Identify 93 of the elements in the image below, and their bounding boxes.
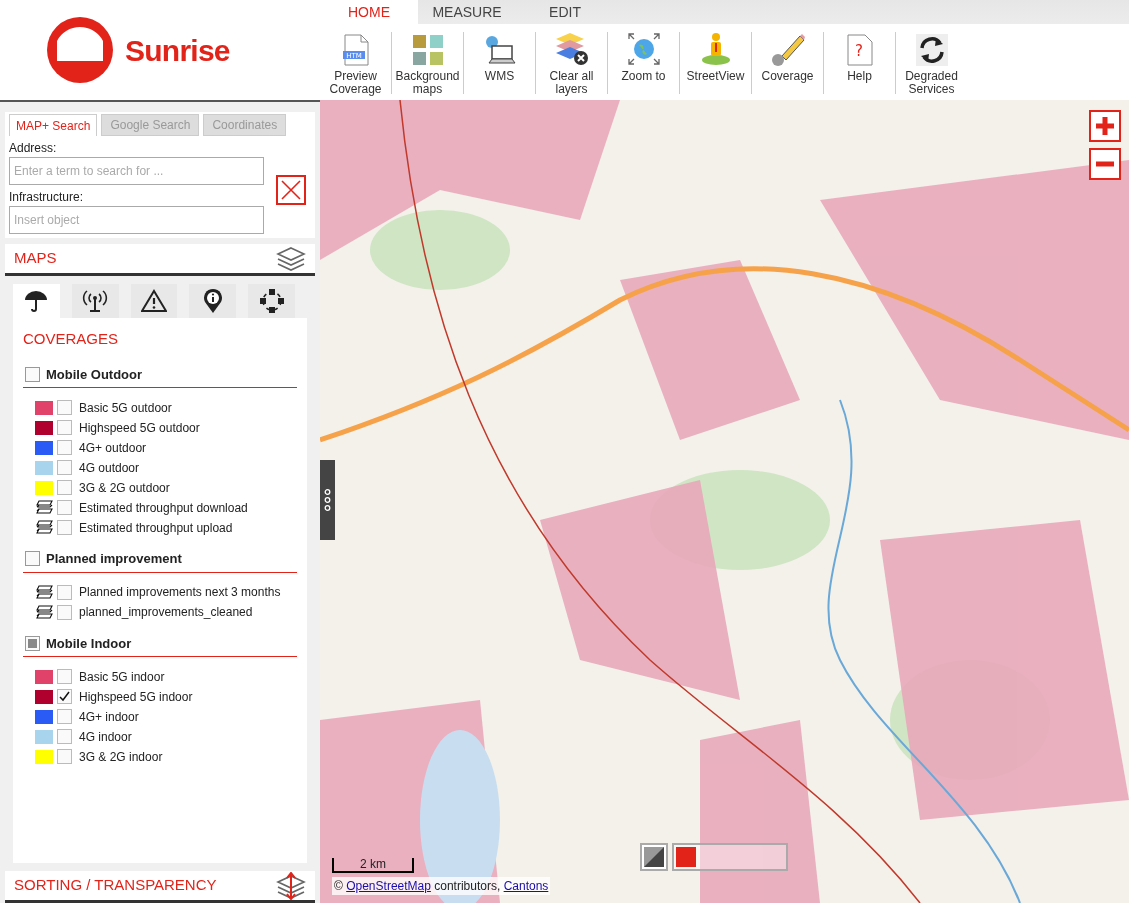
layer-label: 3G & 2G outdoor bbox=[79, 479, 170, 497]
pegman-icon bbox=[699, 32, 732, 66]
checkbox[interactable] bbox=[57, 440, 72, 455]
category-tab[interactable] bbox=[248, 284, 295, 318]
checkbox[interactable] bbox=[57, 500, 72, 515]
menu-tab[interactable]: HOME bbox=[320, 0, 418, 24]
attribution-text: © OpenStreetMap contributors, Cantons bbox=[332, 877, 551, 895]
toolbar-button[interactable]: Zoom to bbox=[608, 30, 679, 83]
layer-label: Planned improvements next 3 months bbox=[79, 584, 281, 601]
layers-icon bbox=[35, 584, 53, 600]
layer-label: Basic 5G outdoor bbox=[79, 399, 172, 417]
zoom-globe-icon bbox=[626, 32, 661, 66]
field-label: Address: bbox=[9, 140, 58, 157]
checkbox[interactable] bbox=[57, 689, 72, 704]
field-label: Infrastructure: bbox=[9, 189, 85, 206]
group-label: Mobile Outdoor bbox=[46, 365, 143, 384]
checkbox[interactable] bbox=[25, 635, 40, 651]
menu-tab[interactable]: EDIT bbox=[516, 0, 614, 24]
scale-bar: 2 km bbox=[332, 858, 414, 873]
toolbar-button[interactable]: Clear all layers bbox=[536, 30, 607, 96]
layer-label: Basic 5G indoor bbox=[79, 668, 165, 686]
category-tab[interactable] bbox=[71, 284, 119, 318]
square-icon bbox=[676, 847, 696, 867]
section-title: COVERAGES bbox=[23, 329, 120, 349]
toolbar-button[interactable]: Degraded Services bbox=[896, 30, 967, 96]
layers-icon bbox=[35, 604, 53, 620]
checkbox[interactable] bbox=[57, 729, 72, 744]
text-field[interactable]: Insert object bbox=[9, 206, 264, 234]
refresh-icon bbox=[915, 34, 948, 66]
layer-label: 4G indoor bbox=[79, 728, 132, 746]
umbrella-icon bbox=[24, 289, 49, 313]
checkbox[interactable] bbox=[57, 400, 72, 415]
checkbox[interactable] bbox=[57, 709, 72, 724]
checkbox[interactable] bbox=[25, 366, 40, 382]
layer-label: planned_improvements_cleaned bbox=[79, 604, 253, 621]
plus-icon bbox=[1094, 115, 1116, 137]
layer-order-icon bbox=[276, 871, 306, 900]
checkbox[interactable] bbox=[25, 551, 40, 567]
search-tab[interactable]: MAP+ Search bbox=[9, 114, 98, 136]
menu-tab[interactable]: MEASURE bbox=[418, 0, 516, 24]
logo-icon bbox=[47, 17, 113, 83]
checkbox[interactable] bbox=[57, 520, 72, 535]
layer-label: Estimated throughput download bbox=[79, 499, 248, 517]
checkbox[interactable] bbox=[57, 420, 72, 435]
attribution-link[interactable]: OpenStreetMap bbox=[346, 879, 431, 893]
antenna-icon bbox=[82, 289, 109, 313]
clear-search-button[interactable] bbox=[276, 175, 306, 205]
zoom-out-button[interactable] bbox=[1089, 148, 1121, 180]
attribution-link[interactable]: Cantons bbox=[503, 879, 549, 893]
text-field[interactable]: Enter a term to search for ... bbox=[9, 157, 264, 185]
layer-label: 3G & 2G indoor bbox=[79, 748, 163, 766]
category-tab[interactable] bbox=[13, 284, 60, 318]
toolbar-button[interactable]: StreetView bbox=[680, 30, 751, 83]
grayscale-map-icon bbox=[644, 847, 664, 867]
toolbar-button[interactable]: ? Help bbox=[824, 30, 895, 83]
warning-icon bbox=[141, 289, 167, 313]
layer-label: 4G+ outdoor bbox=[79, 439, 147, 457]
laptop-globe-icon bbox=[483, 34, 516, 66]
basemap-switch[interactable] bbox=[672, 843, 788, 871]
checkbox[interactable] bbox=[57, 604, 72, 620]
layers-icon bbox=[35, 500, 53, 515]
logo-text: Sunrise bbox=[125, 32, 230, 69]
zoom-in-button[interactable] bbox=[1089, 110, 1121, 142]
section-title: MAPS bbox=[14, 248, 57, 269]
checkbox[interactable] bbox=[57, 749, 72, 764]
minus-icon bbox=[1094, 161, 1116, 167]
map-tiles-icon bbox=[411, 34, 444, 66]
layer-label: 4G+ indoor bbox=[79, 708, 139, 726]
checkbox[interactable] bbox=[57, 584, 72, 600]
clear-layers-icon bbox=[554, 32, 589, 66]
category-tab[interactable] bbox=[189, 284, 237, 318]
checkbox[interactable] bbox=[57, 669, 72, 684]
pencil-icon bbox=[769, 32, 806, 66]
layers-icon bbox=[35, 520, 53, 535]
checkbox[interactable] bbox=[57, 480, 72, 495]
toolbar-button[interactable]: Background maps bbox=[392, 30, 463, 96]
layer-label: Highspeed 5G indoor bbox=[79, 688, 193, 706]
group-label: Planned improvement bbox=[46, 550, 182, 568]
polygon-icon bbox=[258, 288, 285, 314]
layer-label: 4G outdoor bbox=[79, 459, 140, 477]
layer-label: Highspeed 5G outdoor bbox=[79, 419, 200, 437]
info-pin-icon bbox=[202, 288, 223, 314]
basemap-switch[interactable] bbox=[640, 843, 668, 871]
layer-label: Estimated throughput upload bbox=[79, 519, 233, 537]
help-document-icon: ? bbox=[846, 34, 873, 66]
section-title: SORTING / TRANSPARENCY bbox=[14, 875, 217, 896]
category-tab[interactable] bbox=[130, 284, 178, 318]
checkbox[interactable] bbox=[57, 460, 72, 475]
toolbar-button[interactable]: WMS bbox=[464, 30, 535, 83]
toolbar-button[interactable]: Coverage bbox=[752, 30, 823, 83]
group-label: Mobile Indoor bbox=[46, 634, 132, 653]
layers-icon bbox=[276, 245, 306, 272]
panel-handle[interactable] bbox=[320, 460, 335, 540]
